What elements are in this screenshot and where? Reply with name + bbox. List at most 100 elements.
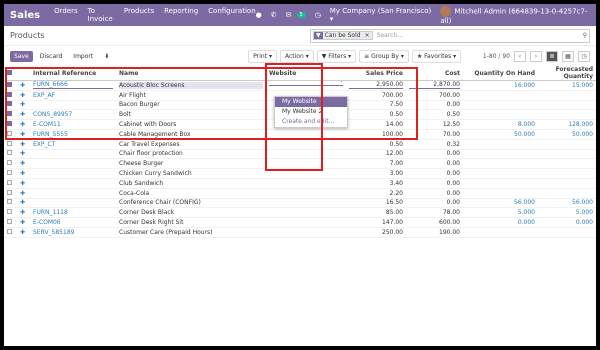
cell-sales-price[interactable]: 147.00: [346, 217, 406, 228]
import-button[interactable]: Import: [69, 51, 97, 62]
cell-website[interactable]: [266, 207, 346, 219]
cell-name[interactable]: Chair floor protection: [116, 149, 266, 160]
search-box[interactable]: ▼ Can be Sold × Search... ⚲: [310, 28, 590, 43]
lock-icon[interactable]: ●: [256, 11, 262, 19]
cell-sales-price[interactable]: 3.40: [346, 178, 406, 189]
cell-name[interactable]: Car Travel Expenses: [116, 139, 266, 150]
drag-handle-icon[interactable]: ✚: [17, 227, 30, 238]
table-row[interactable]: ✚ Coca-Cola 2.20 0.00: [4, 188, 596, 199]
search-icon[interactable]: ⚲: [583, 32, 587, 39]
cell-name[interactable]: Conference Chair (CONFIG): [116, 198, 266, 209]
row-checkbox[interactable]: [4, 198, 17, 209]
activity-view-icon[interactable]: ◷: [578, 50, 590, 62]
drag-handle-icon[interactable]: ✚: [17, 217, 30, 228]
drag-handle-icon[interactable]: ✚: [17, 188, 30, 199]
row-checkbox[interactable]: [4, 178, 17, 189]
row-checkbox[interactable]: [4, 139, 17, 150]
cell-cost[interactable]: 0.00: [406, 158, 463, 170]
cell-website[interactable]: [266, 217, 346, 228]
cell-name[interactable]: Cheese Burger: [116, 158, 266, 170]
cell-cost[interactable]: 78.00: [406, 207, 463, 219]
list-view-icon[interactable]: ≣: [546, 50, 558, 62]
chat-icon[interactable]: ✉: [286, 11, 292, 19]
menu-configuration[interactable]: Configuration: [208, 7, 255, 23]
group-by-dropdown[interactable]: ≡ Group By ▾: [359, 49, 409, 63]
print-dropdown[interactable]: Print ▾: [248, 49, 277, 63]
previous-page-icon[interactable]: ‹: [514, 50, 526, 62]
cell-website[interactable]: [266, 188, 346, 199]
cell-cost[interactable]: 190.00: [406, 227, 463, 238]
cell-name[interactable]: Corner Desk Black: [116, 207, 266, 219]
table-row[interactable]: ✚ Club Sandwich 3.40 0.00: [4, 178, 596, 189]
cell-sales-price[interactable]: 16.50: [346, 198, 406, 209]
column-quantity-on-hand[interactable]: Quantity On Hand: [463, 66, 538, 81]
table-row[interactable]: ✚ E-COM06 Corner Desk Right Sit 147.00 600.0…: [4, 217, 596, 228]
cell-sales-price[interactable]: 12.00: [346, 149, 406, 160]
cell-internal-reference[interactable]: [30, 178, 116, 189]
cell-name[interactable]: Club Sandwich: [116, 178, 266, 189]
table-row[interactable]: ✚ SERV_585189 Customer Care (Prepaid Hours…: [4, 227, 596, 238]
drag-handle-icon[interactable]: ✚: [17, 198, 30, 209]
next-page-icon[interactable]: ›: [530, 50, 542, 62]
save-button[interactable]: Save: [10, 50, 33, 62]
menu-products[interactable]: Products: [124, 7, 154, 23]
action-dropdown[interactable]: Action ▾: [279, 49, 314, 63]
cell-website[interactable]: [266, 198, 346, 209]
cell-internal-reference[interactable]: EXP_CT: [30, 139, 116, 150]
column-forecasted-quantity[interactable]: Forecasted Quantity: [538, 66, 596, 81]
filters-dropdown[interactable]: ▼ Filters ▾: [316, 49, 357, 63]
cell-cost[interactable]: 0.00: [406, 149, 463, 160]
drag-handle-icon[interactable]: ✚: [17, 139, 30, 150]
discard-button[interactable]: Discard: [36, 51, 67, 62]
cell-internal-reference[interactable]: FURN_1118: [30, 207, 116, 219]
cell-internal-reference[interactable]: [30, 188, 116, 199]
drag-handle-icon[interactable]: ✚: [17, 207, 30, 219]
user-menu[interactable]: Mitchell Admin (664839-13-0-4257c7-all): [440, 5, 590, 25]
cell-website[interactable]: [266, 227, 346, 238]
cell-website[interactable]: [266, 178, 346, 189]
drag-handle-icon[interactable]: ✚: [17, 158, 30, 170]
drag-handle-icon[interactable]: ✚: [17, 178, 30, 189]
search-input[interactable]: Search...: [377, 32, 403, 39]
cell-name[interactable]: Chicken Curry Sandwich: [116, 168, 266, 179]
row-checkbox[interactable]: [4, 149, 17, 160]
cell-cost[interactable]: 600.00: [406, 217, 463, 228]
phone-icon[interactable]: ✆: [271, 11, 277, 19]
cell-cost[interactable]: 0.00: [406, 168, 463, 179]
menu-reporting[interactable]: Reporting: [164, 7, 198, 23]
table-row[interactable]: ✚ Conference Chair (CONFIG) 16.50 0.00 56.00…: [4, 198, 596, 209]
remove-facet-icon[interactable]: ×: [363, 32, 372, 39]
clock-icon[interactable]: ◷: [315, 11, 321, 19]
cell-sales-price[interactable]: 85.00: [346, 207, 406, 219]
cell-name[interactable]: Customer Care (Prepaid Hours): [116, 227, 266, 238]
cell-cost[interactable]: 0.32: [406, 139, 463, 150]
cell-name[interactable]: Corner Desk Right Sit: [116, 217, 266, 228]
pager-value[interactable]: 1-80 / 90: [483, 53, 510, 60]
cell-internal-reference[interactable]: SERV_585189: [30, 227, 116, 238]
cell-internal-reference[interactable]: [30, 168, 116, 179]
download-icon[interactable]: ⬇: [100, 51, 113, 62]
table-row[interactable]: ✚ FURN_1118 Corner Desk Black 85.00 78.00 5.0…: [4, 207, 596, 219]
cell-cost[interactable]: 0.00: [406, 198, 463, 209]
cell-sales-price[interactable]: 7.00: [346, 158, 406, 170]
row-checkbox[interactable]: [4, 158, 17, 170]
cell-internal-reference[interactable]: [30, 198, 116, 209]
app-name[interactable]: Sales: [10, 10, 40, 21]
company-switcher[interactable]: My Company (San Francisco) ▾: [330, 7, 432, 23]
kanban-view-icon[interactable]: ▦: [562, 50, 574, 62]
drag-handle-icon[interactable]: ✚: [17, 149, 30, 160]
menu-orders[interactable]: Orders: [54, 7, 78, 23]
cell-sales-price[interactable]: 3.00: [346, 168, 406, 179]
row-checkbox[interactable]: [4, 188, 17, 199]
cell-sales-price[interactable]: 0.50: [346, 139, 406, 150]
menu-to-invoice[interactable]: To Invoice: [88, 7, 114, 23]
cell-name[interactable]: Coca-Cola: [116, 188, 266, 199]
cell-internal-reference[interactable]: [30, 149, 116, 160]
cell-sales-price[interactable]: 2.20: [346, 188, 406, 199]
search-facet[interactable]: ▼ Can be Sold ×: [313, 31, 373, 40]
row-checkbox[interactable]: [4, 168, 17, 179]
row-checkbox[interactable]: [4, 217, 17, 228]
cell-internal-reference[interactable]: [30, 158, 116, 170]
cell-cost[interactable]: 0.00: [406, 188, 463, 199]
row-checkbox[interactable]: [4, 227, 17, 238]
